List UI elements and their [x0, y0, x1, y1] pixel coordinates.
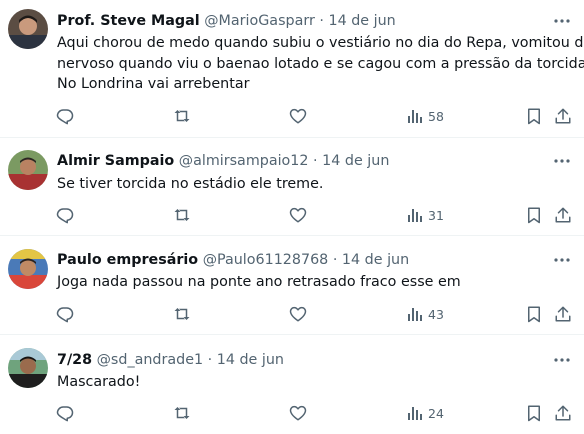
user-handle[interactable]: @almirsampaio12 [179, 153, 309, 169]
tweet-text-line: Joga nada passou na ponte ano retrasado … [57, 274, 461, 290]
avatar[interactable] [8, 348, 48, 388]
like-icon [289, 405, 307, 421]
action-bar: 31 [0, 204, 584, 226]
avatar[interactable] [8, 249, 48, 289]
avatar[interactable] [8, 150, 48, 190]
share-button[interactable] [554, 204, 572, 226]
like-icon [289, 306, 307, 322]
tweet-date[interactable]: 14 de jun [322, 153, 389, 169]
reply-button[interactable] [56, 105, 74, 127]
views-icon [408, 110, 422, 123]
tweet-text-line: nervoso quando viu o baenao lotado e se … [57, 55, 584, 72]
like-icon [289, 108, 307, 124]
tweet[interactable]: Prof. Steve Magal @MarioGasparr · 14 de … [0, 0, 584, 137]
bookmark-icon [528, 306, 540, 323]
views-button[interactable]: 31 [407, 204, 444, 226]
views-icon [408, 209, 422, 222]
tweet-text-line: No Londrina vai arrebentar [57, 76, 250, 92]
views-button[interactable]: 24 [407, 402, 444, 424]
retweet-button[interactable] [172, 303, 192, 325]
display-name[interactable]: 7/28 [57, 352, 92, 368]
reply-button[interactable] [56, 402, 74, 424]
reply-button[interactable] [56, 204, 74, 226]
reply-icon [56, 406, 74, 422]
retweet-button[interactable] [172, 204, 192, 226]
views-button[interactable]: 43 [407, 303, 444, 325]
share-icon [555, 306, 571, 322]
views-count: 31 [428, 207, 444, 223]
like-icon [289, 207, 307, 223]
tweet[interactable]: Almir Sampaio @almirsampaio12 · 14 de ju… [0, 138, 584, 235]
views-count: 43 [428, 306, 444, 322]
views-icon [408, 407, 422, 420]
bookmark-button[interactable] [525, 303, 543, 325]
tweet-text-line: Aqui chorou de medo quando subiu o vesti… [57, 35, 584, 51]
like-button[interactable] [289, 303, 307, 325]
bookmark-icon [528, 207, 540, 224]
action-bar: 43 [0, 303, 584, 325]
views-count: 58 [428, 108, 444, 124]
share-button[interactable] [554, 402, 572, 424]
avatar[interactable] [8, 9, 48, 49]
retweet-button[interactable] [172, 105, 192, 127]
tweet-text: Aqui chorou de medo quando subiu o vesti… [57, 33, 584, 95]
tweet-date[interactable]: 14 de jun [329, 13, 396, 29]
more-icon[interactable] [552, 12, 572, 30]
more-icon[interactable] [552, 152, 572, 170]
display-name[interactable]: Paulo empresário [57, 252, 198, 268]
tweet-header: Paulo empresário @Paulo61128768 · 14 de … [57, 251, 409, 269]
reply-feed: Prof. Steve Magal @MarioGasparr · 14 de … [0, 0, 584, 434]
bookmark-icon [528, 405, 540, 422]
tweet-date[interactable]: 14 de jun [217, 352, 284, 368]
retweet-icon [174, 110, 190, 122]
separator-dot: · [313, 153, 318, 169]
tweet-text-line: Mascarado! [57, 374, 141, 390]
retweet-button[interactable] [172, 402, 192, 424]
bookmark-button[interactable] [525, 204, 543, 226]
separator-dot: · [332, 252, 338, 268]
like-button[interactable] [289, 402, 307, 424]
tweet-text-line: Se tiver torcida no estádio ele treme. [57, 176, 324, 192]
user-handle[interactable]: @MarioGasparr [204, 13, 315, 29]
views-icon [408, 308, 422, 321]
views-button[interactable]: 58 [407, 105, 444, 127]
tweet-text: Joga nada passou na ponte ano retrasado … [57, 272, 577, 293]
reply-button[interactable] [56, 303, 74, 325]
tweet-header: 7/28 @sd_andrade1 · 14 de jun [57, 351, 284, 369]
display-name[interactable]: Almir Sampaio [57, 153, 174, 169]
tweet-header: Prof. Steve Magal @MarioGasparr · 14 de … [57, 12, 396, 30]
user-handle[interactable]: @sd_andrade1 [97, 352, 203, 368]
tweet-date[interactable]: 14 de jun [342, 252, 409, 268]
more-icon[interactable] [552, 351, 572, 369]
tweet-header: Almir Sampaio @almirsampaio12 · 14 de ju… [57, 152, 389, 170]
display-name[interactable]: Prof. Steve Magal [57, 13, 200, 29]
views-count: 24 [428, 405, 444, 421]
retweet-icon [174, 209, 190, 221]
bookmark-icon [528, 108, 540, 125]
tweet-text: Se tiver torcida no estádio ele treme. [57, 174, 577, 195]
action-bar: 24 [0, 402, 584, 424]
more-icon[interactable] [552, 251, 572, 269]
tweet[interactable]: Paulo empresário @Paulo61128768 · 14 de … [0, 236, 584, 334]
like-button[interactable] [289, 105, 307, 127]
action-bar: 58 [0, 105, 584, 127]
tweet[interactable]: 7/28 @sd_andrade1 · 14 de jun Mascarado!… [0, 335, 584, 434]
share-button[interactable] [554, 105, 572, 127]
tweet-text: Mascarado! [57, 372, 577, 393]
share-icon [555, 108, 571, 124]
retweet-icon [174, 308, 190, 320]
share-icon [555, 207, 571, 223]
user-handle[interactable]: @Paulo61128768 [203, 252, 329, 268]
bookmark-button[interactable] [525, 105, 543, 127]
like-button[interactable] [289, 204, 307, 226]
share-icon [555, 405, 571, 421]
reply-icon [56, 109, 74, 125]
separator-dot: · [207, 352, 213, 368]
share-button[interactable] [554, 303, 572, 325]
separator-dot: · [319, 13, 324, 29]
reply-icon [56, 307, 74, 323]
reply-icon [56, 208, 74, 224]
retweet-icon [174, 407, 190, 419]
bookmark-button[interactable] [525, 402, 543, 424]
